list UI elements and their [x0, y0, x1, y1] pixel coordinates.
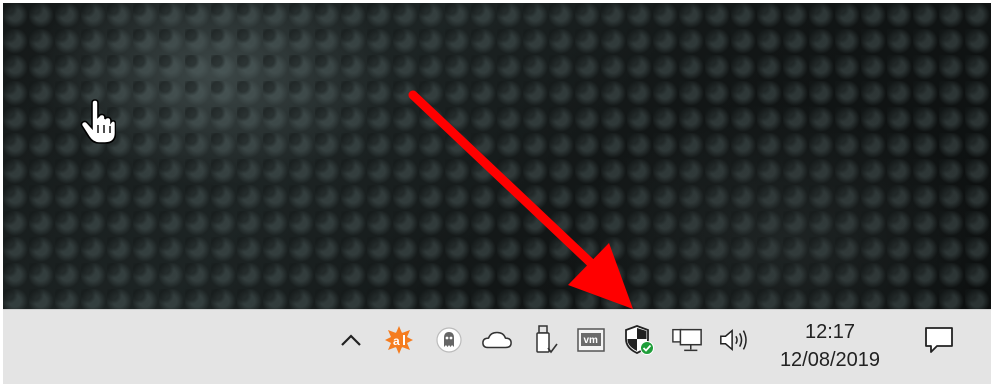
onedrive-icon [482, 331, 512, 349]
network-tray-button[interactable] [671, 323, 703, 357]
taskbar-clock[interactable]: 12:17 12/08/2019 [765, 318, 895, 374]
action-center-icon [925, 327, 953, 353]
safely-remove-hardware-button[interactable] [530, 323, 562, 357]
network-icon [672, 328, 702, 352]
svg-text:a: a [393, 334, 400, 348]
usb-eject-icon [536, 325, 558, 354]
desktop-background [3, 3, 991, 309]
volume-tray-button[interactable] [718, 323, 750, 357]
screenshot-frame: a vm 12:17 12/08/2019 [3, 3, 991, 384]
svg-text:vm: vm [584, 335, 599, 346]
onedrive-tray-button[interactable] [481, 323, 513, 357]
vmware-tray-button[interactable]: vm [575, 323, 607, 357]
show-hidden-icons-button[interactable] [335, 323, 367, 357]
ghostery-icon [436, 327, 462, 353]
hand-cursor-icon [80, 99, 116, 144]
ghostery-tray-button[interactable] [433, 323, 465, 357]
windows-security-icon [625, 325, 654, 355]
windows-security-tray-button[interactable] [623, 323, 655, 357]
volume-icon [720, 328, 747, 352]
clock-date: 12/08/2019 [779, 349, 881, 371]
taskbar: a vm 12:17 12/08/2019 [3, 309, 991, 384]
avast-tray-button[interactable]: a [383, 323, 415, 357]
avast-icon: a [385, 326, 413, 354]
vmware-icon: vm [577, 328, 605, 352]
annotation-red-arrow [408, 90, 633, 309]
chevron-up-icon [341, 334, 361, 346]
clock-time: 12:17 [804, 321, 856, 343]
action-center-button[interactable] [923, 323, 955, 357]
